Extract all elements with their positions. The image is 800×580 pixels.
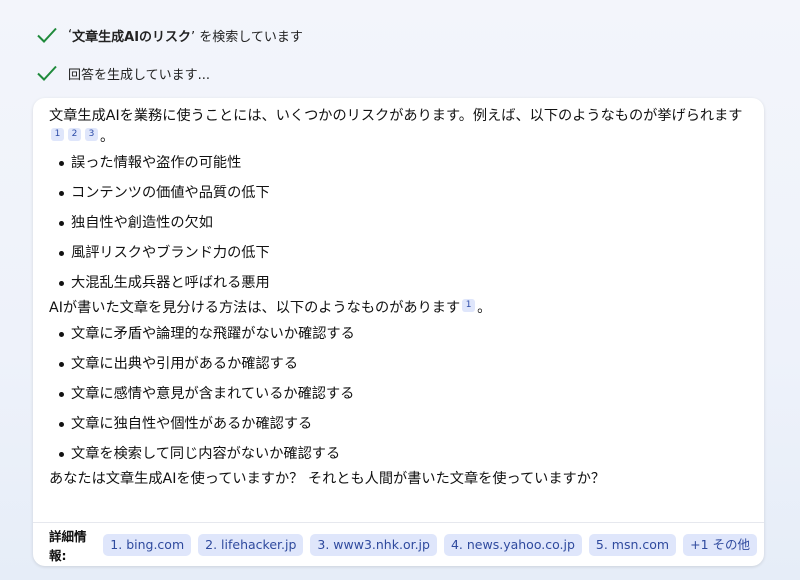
methods-intro: AIが書いた文章を見分ける方法は、以下のようなものがあります 1。 [49,298,748,319]
list-item: 独自性や創造性の欠如 [49,208,748,238]
search-query: 文章生成AIのリスク [72,29,192,45]
search-status: ‘文章生成AIのリスク’ を検索しています [36,24,303,46]
list-item: 文章に矛盾や論理的な飛躍がないか確認する [49,319,748,349]
citation-1[interactable]: 1 [462,299,476,312]
source-link-yahoo[interactable]: 4. news.yahoo.co.jp [443,533,582,556]
sources-bar: 詳細情報: 1. bing.com 2. lifehacker.jp 3. ww… [33,522,764,566]
citation-3[interactable]: 3 [85,128,98,141]
list-item: 文章に出典や引用があるか確認する [49,349,748,379]
answer-body: 文章生成AIを業務に使うことには、いくつかのリスクがあります。例えば、以下のよう… [33,98,764,490]
list-item: 文章に感情や意見が含まれているか確認する [49,379,748,409]
answer-intro-text: 文章生成AIを業務に使うことには、いくつかのリスクがあります。例えば、以下のよう… [49,108,743,124]
method-list: 文章に矛盾や論理的な飛躍がないか確認する 文章に出典や引用があるか確認する 文章… [49,319,748,469]
source-link-nhk[interactable]: 3. www3.nhk.or.jp [310,533,437,556]
list-item: コンテンツの価値や品質の低下 [49,178,748,208]
risk-list: 誤った情報や盗作の可能性 コンテンツの価値や品質の低下 独自性や創造性の欠如 風… [49,148,748,298]
source-link-lifehacker[interactable]: 2. lifehacker.jp [198,533,304,556]
source-link-bing[interactable]: 1. bing.com [103,533,192,556]
list-item: 文章を検索して同じ内容がないか確認する [49,439,748,469]
checkmark-icon [37,27,57,43]
generating-status-text: 回答を生成しています... [68,67,211,83]
list-item: 誤った情報や盗作の可能性 [49,148,748,178]
source-link-msn[interactable]: 5. msn.com [588,533,677,556]
answer-intro-end: 。 [100,129,115,145]
more-sources-button[interactable]: +1 その他 [683,533,757,556]
list-item: 風評リスクやブランド力の低下 [49,238,748,268]
list-item: 大混乱生成兵器と呼ばれる悪用 [49,268,748,298]
follow-up-question: あなたは文章生成AIを使っていますか？ それとも人間が書いた文章を使っていますか… [49,471,606,487]
search-status-suffix: ’ を検索しています [191,29,303,45]
answer-card: 文章生成AIを業務に使うことには、いくつかのリスクがあります。例えば、以下のよう… [33,98,764,566]
methods-intro-text: AIが書いた文章を見分ける方法は、以下のようなものがあります [49,300,461,316]
citation-2[interactable]: 2 [68,128,81,141]
sources-label: 詳細情報: [49,528,87,563]
methods-intro-end: 。 [477,300,492,316]
checkmark-icon [37,65,57,81]
list-item: 文章に独自性や個性があるか確認する [49,409,748,439]
generating-status: 回答を生成しています... [36,62,210,84]
citation-1[interactable]: 1 [51,128,64,141]
answer-intro: 文章生成AIを業務に使うことには、いくつかのリスクがあります。例えば、以下のよう… [49,106,748,148]
